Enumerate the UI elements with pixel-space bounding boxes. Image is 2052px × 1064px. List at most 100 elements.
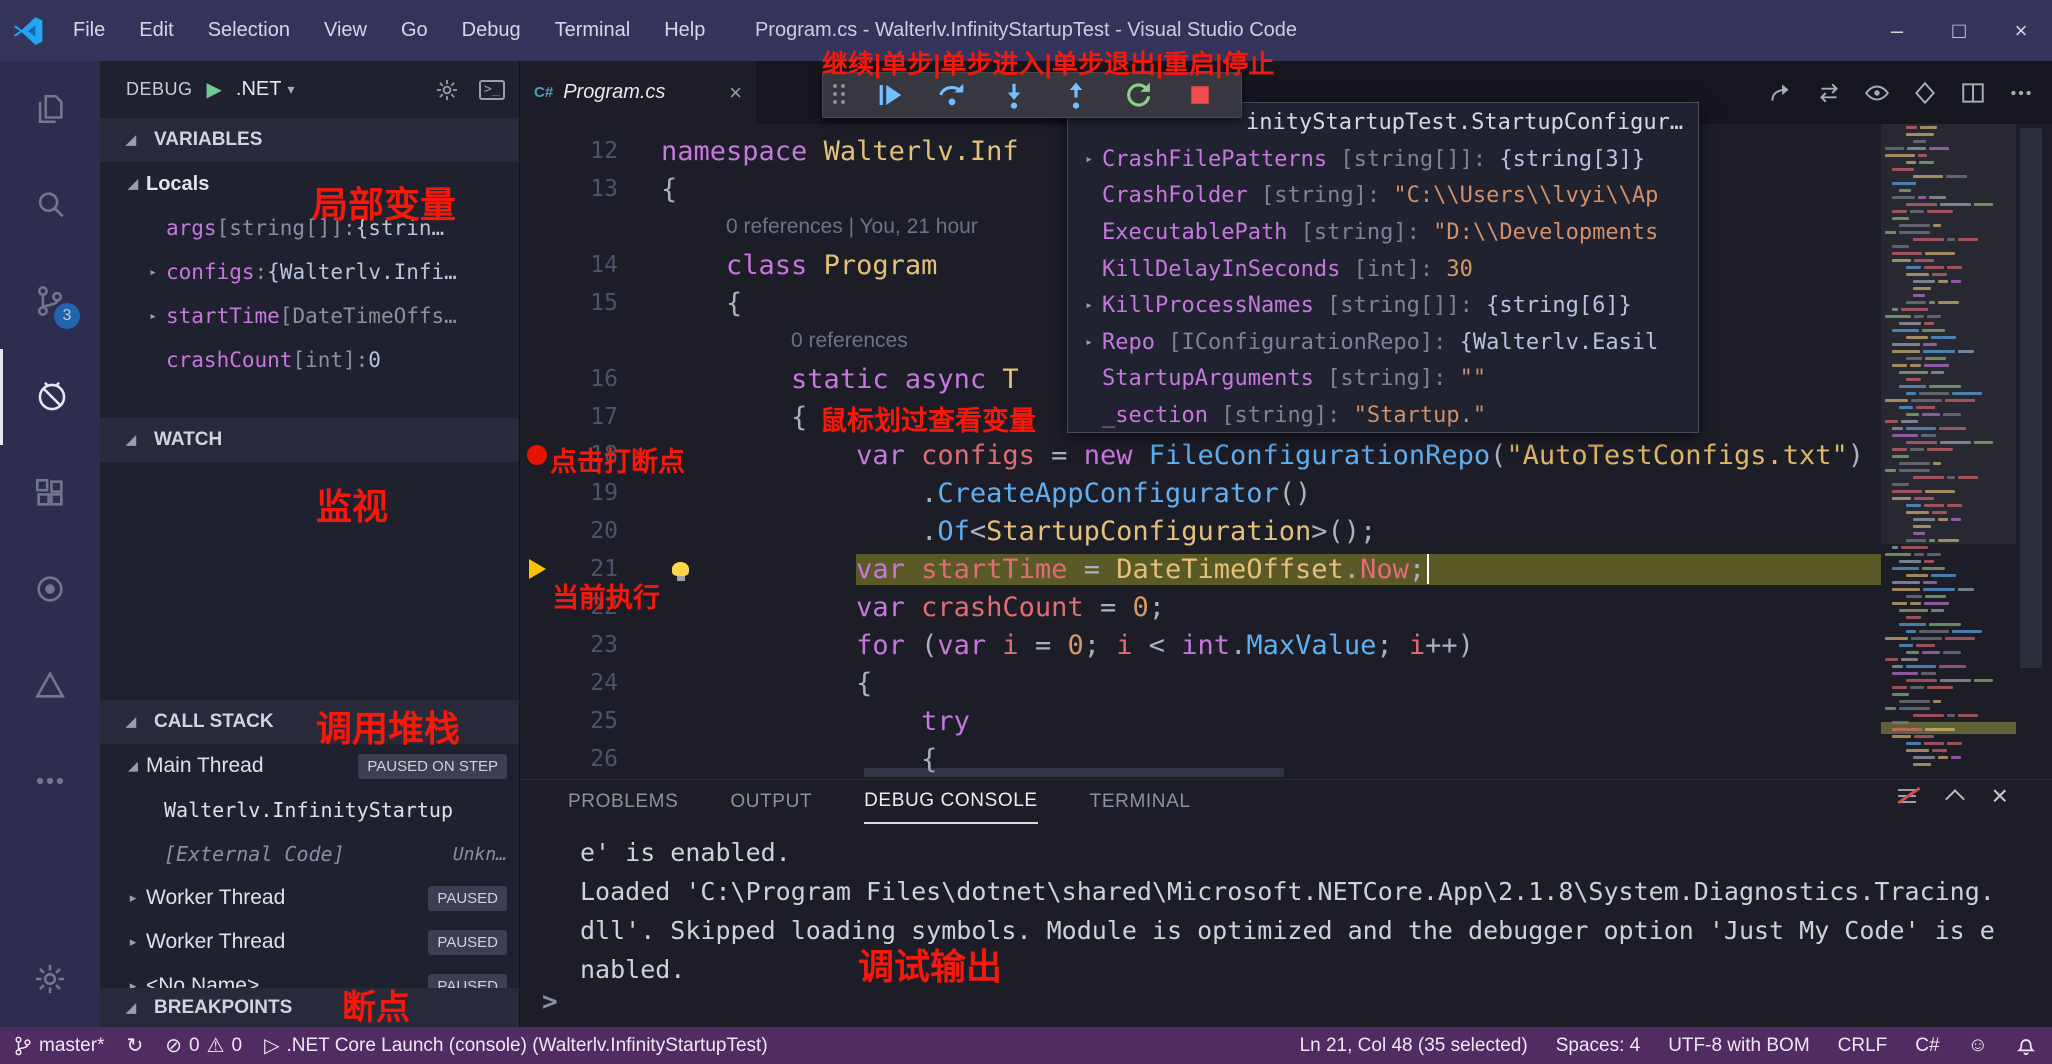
gutter-glyph-margin[interactable] bbox=[520, 445, 554, 465]
extensions-icon[interactable] bbox=[0, 445, 100, 541]
current-execution-arrow bbox=[529, 559, 546, 579]
minimize-button[interactable]: – bbox=[1866, 0, 1928, 61]
annotation-locals: 局部变量 bbox=[312, 176, 456, 228]
problems-item[interactable]: ⊘ 0 ⚠ 0 bbox=[165, 1033, 242, 1058]
panel-tab-problems[interactable]: PROBLEMS bbox=[568, 780, 678, 824]
toolbar-drag-handle[interactable] bbox=[833, 84, 847, 106]
compare-icon[interactable] bbox=[1912, 80, 1938, 106]
launch-config-dropdown[interactable]: .NET ▾ bbox=[236, 78, 295, 101]
source-control-icon[interactable]: 3 bbox=[0, 253, 100, 349]
variable-row[interactable]: crashCount [int]: 0 bbox=[100, 338, 519, 382]
watch-section-header[interactable]: ◢ WATCH bbox=[100, 418, 519, 462]
horizontal-scrollbar[interactable] bbox=[864, 768, 1284, 777]
menu-debug[interactable]: Debug bbox=[445, 0, 538, 61]
hover-variable-row[interactable]: ▸CrashFilePatterns [string[]]: {string[3… bbox=[1068, 141, 1698, 178]
eol-item[interactable]: CRLF bbox=[1838, 1035, 1888, 1057]
indentation-item[interactable]: Spaces: 4 bbox=[1556, 1035, 1641, 1057]
variable-row[interactable]: ▸configs: {Walterlv.Infi… bbox=[100, 250, 519, 294]
vscode-logo-icon bbox=[0, 14, 56, 48]
split-editor-icon[interactable] bbox=[1960, 80, 1986, 106]
lightbulb-icon[interactable] bbox=[672, 562, 689, 576]
gutter-glyph-margin[interactable] bbox=[520, 559, 554, 579]
menu-selection[interactable]: Selection bbox=[191, 0, 307, 61]
code-line[interactable]: 18 var configs = new FileConfigurationRe… bbox=[520, 436, 1881, 474]
call-stack-row[interactable]: ▸Worker ThreadPAUSED bbox=[100, 920, 519, 964]
launch-config-item[interactable]: ▷ .NET Core Launch (console) (Walterlv.I… bbox=[264, 1033, 768, 1058]
variable-row[interactable]: ▸startTime [DateTimeOffs… bbox=[100, 294, 519, 338]
menu-help[interactable]: Help bbox=[647, 0, 722, 61]
hover-variable-row[interactable]: StartupArguments [string]: "" bbox=[1068, 361, 1698, 398]
code-line[interactable]: 24 { bbox=[520, 664, 1881, 702]
codelens-text[interactable]: 0 references | You, 21 hour bbox=[726, 215, 978, 239]
git-branch-item[interactable]: master* bbox=[14, 1035, 104, 1057]
call-stack-row[interactable]: Walterlv.InfinityStartup bbox=[100, 788, 519, 832]
search-icon[interactable] bbox=[0, 157, 100, 253]
launch-config-label: .NET bbox=[236, 78, 282, 101]
breakpoints-section-header[interactable]: ◢ BREAKPOINTS bbox=[100, 988, 519, 1027]
language-mode-item[interactable]: C# bbox=[1915, 1035, 1939, 1057]
variable-row[interactable]: args [string[]]: {strin… bbox=[100, 206, 519, 250]
hover-variable-row[interactable]: ▸KillProcessNames [string[]]: {string[6]… bbox=[1068, 287, 1698, 324]
code-line[interactable]: 21 var startTime = DateTimeOffset.Now; bbox=[520, 550, 1881, 588]
breakpoint-dot[interactable] bbox=[527, 445, 547, 465]
menu-bar: FileEditSelectionViewGoDebugTerminalHelp bbox=[56, 0, 722, 61]
locals-scope-row[interactable]: ◢ Locals bbox=[100, 162, 519, 206]
close-button[interactable]: × bbox=[1990, 0, 2052, 61]
hover-variable-row[interactable]: ▸Repo [IConfigurationRepo]: {Walterlv.Ea… bbox=[1068, 324, 1698, 361]
call-stack-section-title: CALL STACK bbox=[154, 711, 274, 733]
cursor-position-item[interactable]: Ln 21, Col 48 (35 selected) bbox=[1300, 1035, 1528, 1057]
hover-variable-row[interactable]: ExecutablePath [string]: "D:\\Developmen… bbox=[1068, 214, 1698, 251]
swap-icon[interactable] bbox=[1816, 80, 1842, 106]
panel-tab-terminal[interactable]: TERMINAL bbox=[1090, 780, 1191, 824]
call-stack-row[interactable]: ▸<No Name>PAUSED bbox=[100, 964, 519, 988]
debug-settings-gear-icon[interactable] bbox=[435, 78, 459, 102]
preview-icon[interactable] bbox=[1864, 80, 1890, 106]
code-line[interactable]: 23 for (var i = 0; i < int.MaxValue; i++… bbox=[520, 626, 1881, 664]
menu-file[interactable]: File bbox=[56, 0, 122, 61]
menu-go[interactable]: Go bbox=[384, 0, 445, 61]
more-actions-icon[interactable] bbox=[2008, 80, 2034, 106]
tab-close-icon[interactable]: × bbox=[729, 80, 742, 106]
notifications-bell-icon[interactable] bbox=[2016, 1035, 2036, 1057]
settings-gear-icon[interactable] bbox=[0, 931, 100, 1027]
menu-terminal[interactable]: Terminal bbox=[538, 0, 648, 61]
call-stack-row[interactable]: ▸Worker ThreadPAUSED bbox=[100, 876, 519, 920]
hover-variable-row[interactable]: KillDelayInSeconds [int]: 30 bbox=[1068, 251, 1698, 288]
navigate-icon[interactable] bbox=[1768, 80, 1794, 106]
menu-edit[interactable]: Edit bbox=[122, 0, 190, 61]
hover-variable-row[interactable]: _section [string]: "Startup." bbox=[1068, 397, 1698, 433]
debug-console-toggle-icon[interactable]: >_ bbox=[479, 80, 505, 100]
variables-section-header[interactable]: ◢ VARIABLES bbox=[100, 118, 519, 162]
feedback-smiley-icon[interactable]: ☺ bbox=[1968, 1034, 1988, 1057]
start-debug-button[interactable]: ▶ bbox=[207, 77, 222, 102]
call-stack-row[interactable]: [External Code]Unkn… bbox=[100, 832, 519, 876]
close-panel-icon[interactable]: × bbox=[1992, 786, 2008, 806]
panel-tab-debug-console[interactable]: DEBUG CONSOLE bbox=[864, 780, 1038, 824]
codelens-text[interactable]: 0 references bbox=[791, 329, 908, 353]
code-line[interactable]: 20 .Of<StartupConfiguration>(); bbox=[520, 512, 1881, 550]
paused-badge: PAUSED bbox=[428, 974, 507, 989]
encoding-item[interactable]: UTF-8 with BOM bbox=[1668, 1035, 1809, 1057]
csharp-file-icon: C# bbox=[534, 84, 553, 101]
explorer-icon[interactable] bbox=[0, 61, 100, 157]
maximize-button[interactable]: □ bbox=[1928, 0, 1990, 61]
clear-console-icon[interactable] bbox=[1898, 788, 1918, 804]
tab-program-cs[interactable]: C# Program.cs × bbox=[520, 61, 756, 124]
repl-prompt-icon[interactable]: > bbox=[542, 987, 558, 1017]
code-line[interactable]: 25 try bbox=[520, 702, 1881, 740]
debug-icon[interactable] bbox=[0, 349, 100, 445]
azure-icon[interactable] bbox=[0, 637, 100, 733]
maximize-panel-icon[interactable] bbox=[1945, 789, 1965, 809]
annotation-toolbar: 继续|单步|单步进入|单步退出|重启|停止 bbox=[822, 44, 1274, 81]
more-views-icon[interactable] bbox=[0, 733, 100, 829]
vertical-scrollbar[interactable] bbox=[2020, 128, 2042, 668]
code-line[interactable]: 19 .CreateAppConfigurator() bbox=[520, 474, 1881, 512]
menu-view[interactable]: View bbox=[307, 0, 384, 61]
panel-tab-output[interactable]: OUTPUT bbox=[730, 780, 812, 824]
hover-variable-row[interactable]: CrashFolder [string]: "C:\\Users\\lvyi\\… bbox=[1068, 178, 1698, 215]
code-text: try bbox=[618, 702, 1881, 740]
minimap[interactable] bbox=[1881, 124, 2016, 779]
test-explorer-icon[interactable] bbox=[0, 541, 100, 637]
code-line[interactable]: 22 var crashCount = 0; bbox=[520, 588, 1881, 626]
sync-icon[interactable]: ↻ bbox=[126, 1033, 143, 1058]
